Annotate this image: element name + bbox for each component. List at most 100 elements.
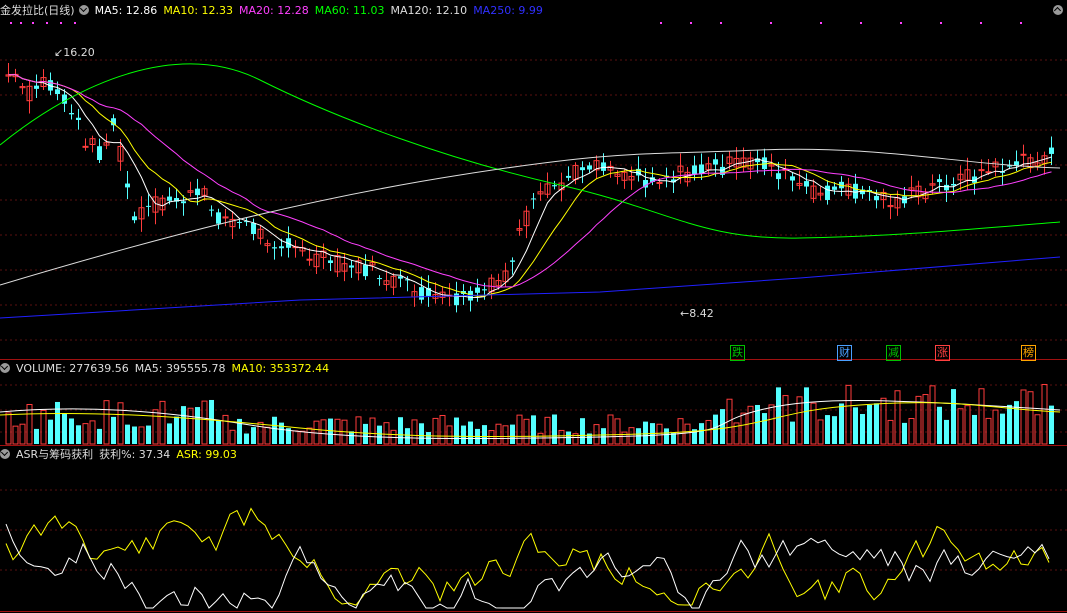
volume-bar xyxy=(593,424,600,445)
volume-bar xyxy=(699,423,704,444)
signal-dot xyxy=(860,22,862,24)
candle-body xyxy=(1007,165,1012,167)
volume-bar xyxy=(502,425,509,445)
event-marker-jian[interactable]: 减 xyxy=(886,345,901,361)
volume-bar xyxy=(1007,404,1012,444)
volume-bar xyxy=(580,418,585,444)
volume-bar xyxy=(768,404,775,445)
volume-bar xyxy=(1027,391,1034,445)
kline-chart[interactable] xyxy=(0,0,1067,613)
volume-bar xyxy=(972,414,977,444)
volume-bar xyxy=(957,408,964,445)
candle-body xyxy=(776,173,781,180)
volume-bar xyxy=(944,419,949,444)
volume-bar xyxy=(845,384,852,445)
volume-bar xyxy=(607,414,614,445)
candle-body xyxy=(363,264,368,277)
ma5-line xyxy=(8,74,1052,299)
signal-dot xyxy=(820,22,822,24)
candle-body xyxy=(181,201,186,204)
volume-bar xyxy=(664,428,669,444)
volume-bar xyxy=(306,427,313,445)
candle-body xyxy=(55,89,60,95)
volume-bar xyxy=(677,418,684,445)
volume-bar xyxy=(867,404,872,444)
volume-bar xyxy=(810,402,817,445)
candle-body xyxy=(713,159,718,165)
volume-bar xyxy=(82,423,89,445)
volume-bar xyxy=(195,407,200,444)
volume-bar xyxy=(174,416,179,444)
signal-dot xyxy=(660,22,662,24)
volume-bar xyxy=(1041,383,1048,445)
candle-body xyxy=(279,246,284,249)
candle-body xyxy=(804,181,809,187)
volume-bar xyxy=(97,428,102,444)
volume-bar xyxy=(355,416,362,445)
volume-bar xyxy=(40,409,47,445)
volume-bar xyxy=(377,425,382,444)
volume-bar xyxy=(111,416,116,444)
volume-bar xyxy=(782,395,789,445)
volume-bar xyxy=(257,421,264,445)
candle-body xyxy=(937,179,942,183)
volume-bar xyxy=(495,423,502,445)
candle-body xyxy=(349,265,354,268)
volume-bar xyxy=(398,417,403,444)
candle-body xyxy=(377,278,382,280)
candle-body xyxy=(146,205,151,207)
candle-body xyxy=(237,221,242,223)
candle-body xyxy=(692,165,697,175)
event-marker-die[interactable]: 跌 xyxy=(730,345,745,361)
volume-bar xyxy=(251,427,256,444)
event-marker-bang[interactable]: 榜 xyxy=(1021,345,1036,361)
candle-body xyxy=(510,260,515,262)
candle-body xyxy=(832,186,837,190)
high-price-label: ↙16.20 xyxy=(54,46,95,59)
volume-bar xyxy=(103,400,110,445)
volume-bar xyxy=(964,405,971,445)
ma60-line xyxy=(0,63,1061,239)
candle-body xyxy=(1014,161,1019,166)
volume-bar xyxy=(825,415,830,444)
volume-bar xyxy=(978,388,985,445)
volume-bar xyxy=(209,399,214,444)
volume-bar xyxy=(614,418,621,445)
volume-bar xyxy=(292,430,299,445)
signal-dot xyxy=(32,22,34,24)
volume-bar xyxy=(902,422,907,444)
volume-bar xyxy=(446,425,453,445)
candle-body xyxy=(419,287,424,300)
volume-bar xyxy=(510,424,515,444)
signal-dot xyxy=(20,22,22,24)
volume-bar xyxy=(5,412,12,445)
event-marker-cai[interactable]: 财 xyxy=(837,345,852,361)
candle-body xyxy=(272,247,277,249)
candle-body xyxy=(132,216,137,221)
candle-body xyxy=(34,85,39,89)
candle-body xyxy=(825,185,830,200)
event-marker-zhang[interactable]: 涨 xyxy=(935,345,950,361)
candle-body xyxy=(978,169,985,172)
volume-bar xyxy=(684,423,691,445)
volume-bar xyxy=(146,425,151,444)
signal-dot xyxy=(940,22,942,24)
signal-dot xyxy=(690,22,692,24)
volume-bar xyxy=(951,389,956,444)
volume-bar xyxy=(117,402,124,445)
volume-bar xyxy=(201,400,208,445)
volume-bar xyxy=(537,432,544,445)
candle-body xyxy=(328,260,333,264)
candle-body xyxy=(82,145,89,148)
volume-bar xyxy=(132,426,137,444)
candle-body xyxy=(125,183,130,188)
candle-body xyxy=(475,287,480,293)
candle-body xyxy=(76,117,81,121)
volume-bar xyxy=(461,425,466,444)
volume-bar xyxy=(369,417,376,445)
candle-body xyxy=(580,167,585,171)
volume-bar xyxy=(880,397,887,445)
candle-body xyxy=(306,258,313,261)
volume-bar xyxy=(125,424,130,444)
ma10-line xyxy=(8,74,1052,297)
